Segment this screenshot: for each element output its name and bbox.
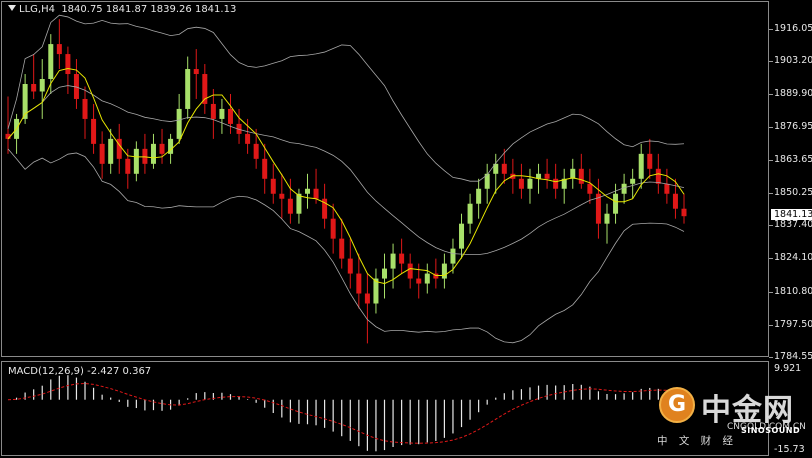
candle-body[interactable] — [655, 168, 661, 184]
low-value: 1839.26 — [150, 4, 192, 15]
candle-body[interactable] — [133, 148, 139, 174]
price-tick — [769, 159, 773, 161]
candle-body[interactable] — [364, 293, 370, 304]
price-tick — [769, 324, 773, 326]
candle-body[interactable] — [56, 44, 62, 55]
open-value: 1840.75 — [61, 4, 103, 15]
watermark-logo: G 中金网 CNGOLD.COM.CN SINOSOUND 中 文 财 经 — [655, 381, 806, 451]
chart-window[interactable]: LLG,H4 1840.75 1841.87 1839.26 1841.13 M… — [0, 0, 812, 458]
price-axis-label: 1784.55 — [774, 351, 812, 362]
candle-body[interactable] — [399, 253, 405, 264]
candle-body[interactable] — [450, 248, 456, 264]
candle-body[interactable] — [416, 278, 422, 284]
candle-body[interactable] — [31, 83, 37, 92]
candle-body[interactable] — [304, 188, 310, 194]
candle-body[interactable] — [125, 158, 131, 174]
candle-body[interactable] — [518, 178, 524, 189]
brand-sino: SINOSOUND — [741, 426, 801, 435]
candle-body[interactable] — [476, 188, 482, 204]
candle-body[interactable] — [245, 133, 251, 144]
candle-body[interactable] — [313, 188, 319, 199]
candle-body[interactable] — [219, 108, 225, 119]
candle-body[interactable] — [253, 143, 259, 159]
price-axis-label: 1889.90 — [774, 88, 812, 100]
candle-body[interactable] — [82, 98, 88, 119]
candle-body[interactable] — [270, 178, 276, 194]
candle-body[interactable] — [347, 258, 353, 274]
candle-body[interactable] — [578, 168, 584, 184]
candle-body[interactable] — [681, 208, 687, 217]
price-tick — [769, 126, 773, 128]
candle-body[interactable] — [441, 263, 447, 279]
candle-body[interactable] — [330, 218, 336, 239]
candle-body[interactable] — [227, 108, 233, 124]
candle-body[interactable] — [176, 108, 182, 139]
candle-body[interactable] — [356, 273, 362, 294]
price-tick — [769, 357, 773, 358]
candle-body[interactable] — [339, 238, 345, 259]
price-axis-label: 1837.40 — [774, 219, 812, 231]
candle-body[interactable] — [613, 193, 619, 214]
candle-body[interactable] — [527, 178, 533, 189]
candle-body[interactable] — [664, 183, 670, 194]
candle-body[interactable] — [39, 79, 45, 92]
price-axis-label: 1824.10 — [774, 252, 812, 264]
candle-body[interactable] — [296, 193, 302, 214]
price-axis-label: 1797.50 — [774, 318, 812, 330]
candle-body[interactable] — [262, 158, 268, 179]
macd-caption: MACD(12,26,9) -2.427 0.367 — [8, 366, 152, 377]
candle-body[interactable] — [279, 193, 285, 199]
candle-body[interactable] — [159, 143, 165, 154]
candle-body[interactable] — [638, 153, 644, 179]
candle-body[interactable] — [48, 44, 54, 80]
price-tick — [769, 225, 773, 227]
candle-body[interactable] — [553, 178, 559, 189]
price-axis-label: 1810.80 — [774, 285, 812, 297]
candle-body[interactable] — [382, 268, 388, 279]
candle-body[interactable] — [65, 54, 71, 75]
candle-body[interactable] — [459, 223, 465, 249]
macd-axis-max: 9.921 — [774, 363, 802, 374]
price-axis-label: 1876.95 — [774, 120, 812, 132]
candle-body[interactable] — [630, 178, 636, 184]
dropdown-triangle-icon[interactable] — [8, 5, 16, 11]
current-price-tag: 1841.13 — [771, 209, 812, 220]
candle-body[interactable] — [587, 183, 593, 194]
candle-body[interactable] — [287, 198, 293, 214]
candle-body[interactable] — [407, 263, 413, 279]
macd-signal-line — [7, 382, 685, 444]
candle-body[interactable] — [424, 273, 430, 284]
price-axis-label: 1903.20 — [774, 55, 812, 67]
symbol-timeframe: LLG,H4 — [19, 4, 55, 15]
candle-body[interactable] — [501, 163, 507, 174]
price-tick — [769, 193, 773, 195]
price-axis-label: 1863.65 — [774, 153, 812, 165]
price-tick — [769, 258, 773, 260]
candle-body[interactable] — [150, 143, 156, 164]
candle-body[interactable] — [99, 143, 105, 164]
high-value: 1841.87 — [105, 4, 148, 15]
candle-body[interactable] — [185, 69, 191, 109]
close-value: 1841.13 — [194, 4, 237, 15]
candle-body[interactable] — [193, 69, 199, 75]
candle-body[interactable] — [604, 213, 610, 224]
price-tick — [769, 61, 773, 63]
price-axis-label: 1916.05 — [774, 23, 812, 34]
price-axis-label: 1850.25 — [774, 187, 812, 199]
candle-body[interactable] — [672, 193, 678, 209]
logo-icon: G — [659, 387, 695, 423]
brand-tagline: 中 文 财 经 — [657, 435, 738, 447]
candle-body[interactable] — [91, 118, 97, 144]
price-tick — [769, 94, 773, 96]
chart-header: LLG,H4 1840.75 1841.87 1839.26 1841.13 — [8, 4, 236, 16]
price-tick — [769, 291, 773, 293]
candle-body[interactable] — [108, 138, 114, 164]
candle-body[interactable] — [467, 203, 473, 224]
price-tick — [769, 29, 773, 30]
candle-body[interactable] — [647, 153, 653, 169]
candle-body[interactable] — [390, 253, 396, 269]
candle-body[interactable] — [544, 173, 550, 179]
candle-body[interactable] — [210, 103, 216, 119]
